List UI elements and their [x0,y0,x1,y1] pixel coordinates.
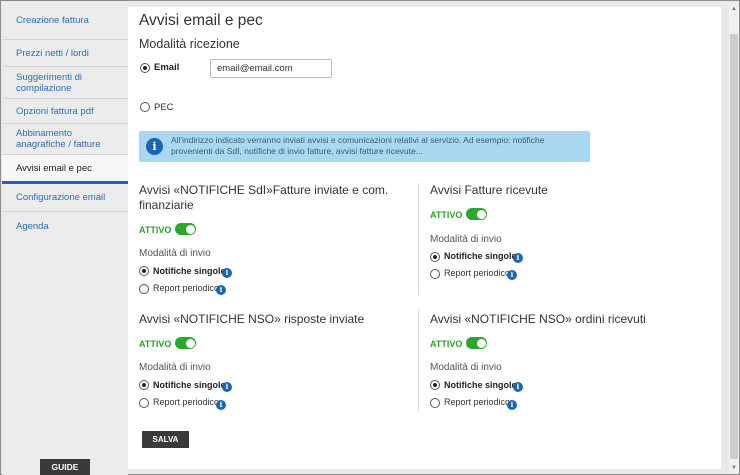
sidebar-item-label: Prezzi netti / lordi [16,47,89,59]
status-label: ATTIVO [139,225,172,235]
section-title: Modalità ricezione [139,37,240,51]
column-divider [418,183,419,295]
page-title: Avvisi email e pec [139,12,263,29]
card-title-nso-risposte: Avvisi «NOTIFICHE NSO» risposte inviate [139,312,365,326]
nso-ordini-singole-radio[interactable] [430,380,440,390]
option-label: Notifiche singole [153,266,226,276]
sidebar-item-configurazione-email[interactable]: Configurazione email [2,184,128,212]
vertical-scrollbar[interactable]: ▲ ▼ [729,4,739,473]
sidebar-item-label: Creazione fattura [16,15,89,26]
card-title-ricevute: Avvisi Fatture ricevute [430,183,548,197]
sidebar-item-label: Avvisi email e pec [16,162,92,174]
option-label: Report periodico [153,283,220,293]
pec-radio-label: PEC [154,102,174,113]
info-icon[interactable]: i [513,253,523,263]
info-icon[interactable]: i [513,382,523,392]
nso-risposte-toggle[interactable] [175,337,196,349]
sidebar-item-label: Agenda [16,220,49,232]
scroll-down-arrow-icon[interactable]: ▼ [729,463,739,473]
email-radio-label: Email [154,62,180,73]
sidebar-item-label: Opzioni fattura pdf [16,105,94,117]
mode-label: Modalità di invio [430,362,502,373]
sidebar-item-creazione-fattura[interactable]: Creazione fattura [2,2,128,40]
pec-radio[interactable] [140,102,150,112]
status-label: ATTIVO [430,210,463,220]
column-divider [418,310,419,411]
info-icon[interactable]: i [216,285,226,295]
option-label: Notifiche singole [153,380,226,390]
mode-label: Modalità di invio [430,234,502,245]
save-button[interactable]: SALVA [142,431,189,448]
card-title-sdi: Avvisi «NOTIFICHE SdI»Fatture inviate e … [139,183,389,212]
option-label: Report periodico [444,268,511,278]
guide-button[interactable]: GUIDE [40,459,90,475]
main-panel: Avvisi email e pec Modalità ricezione Em… [128,7,721,469]
option-label: Report periodico [153,397,220,407]
info-icon[interactable]: i [216,400,226,410]
option-label: Notifiche singole [444,380,517,390]
sdi-report-radio[interactable] [139,284,149,294]
sidebar-item-avvisi-email[interactable]: Avvisi email e pec [2,155,128,184]
nso-risposte-singole-radio[interactable] [139,380,149,390]
option-label: Notifiche singole [444,251,517,261]
nso-risposte-report-radio[interactable] [139,398,149,408]
ricevute-singole-radio[interactable] [430,252,440,262]
info-icon[interactable]: i [507,400,517,410]
mode-label: Modalità di invio [139,248,211,259]
settings-sidebar: Creazione fattura Prezzi netti / lordi S… [2,2,128,475]
card-title-nso-ordini: Avvisi «NOTIFICHE NSO» ordini ricevuti [430,312,646,326]
sidebar-item-abbinamento[interactable]: Abbinamento anagrafiche / fatture [2,124,128,155]
info-text: All'indirizzo indicato verranno inviati … [171,135,545,156]
email-radio[interactable] [140,63,150,73]
sidebar-item-opzioni-pdf[interactable]: Opzioni fattura pdf [2,99,128,124]
sdi-toggle[interactable] [175,223,196,235]
sidebar-item-suggerimenti[interactable]: Suggerimenti di compilazione [2,67,128,99]
info-icon: i [146,138,163,155]
ricevute-toggle[interactable] [466,208,487,220]
nso-ordini-report-radio[interactable] [430,398,440,408]
email-input[interactable] [210,59,332,78]
option-label: Report periodico [444,397,511,407]
sidebar-item-label: Abbinamento anagrafiche / fatture [16,128,101,150]
status-label: ATTIVO [430,339,463,349]
app-frame: Creazione fattura Prezzi netti / lordi S… [0,0,740,475]
status-label: ATTIVO [139,339,172,349]
info-banner: i All'indirizzo indicato verranno inviat… [139,131,590,162]
sidebar-item-label: Configurazione email [16,192,106,203]
scroll-thumb[interactable] [730,34,738,459]
sidebar-item-agenda[interactable]: Agenda [2,212,128,240]
nso-ordini-toggle[interactable] [466,337,487,349]
ricevute-report-radio[interactable] [430,269,440,279]
info-icon[interactable]: i [222,382,232,392]
info-icon[interactable]: i [507,270,517,280]
mode-label: Modalità di invio [139,362,211,373]
scroll-up-arrow-icon[interactable]: ▲ [729,4,739,14]
sidebar-item-prezzi[interactable]: Prezzi netti / lordi [2,40,128,67]
sidebar-item-label: Suggerimenti di compilazione [16,71,83,94]
sdi-singole-radio[interactable] [139,266,149,276]
info-icon[interactable]: i [222,268,232,278]
